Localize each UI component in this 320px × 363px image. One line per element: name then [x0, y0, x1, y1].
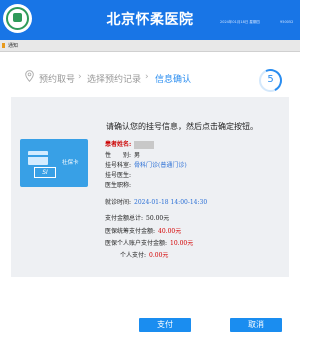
gender-value: 男	[134, 152, 141, 159]
self-pay-value: 0.00元	[149, 252, 169, 259]
step-arrow-icon: ›	[78, 72, 82, 82]
cancel-button[interactable]: 取消	[230, 318, 282, 332]
personal-account-label: 医保个人账户支付金额:	[105, 240, 168, 247]
visit-time-row: 就诊时间: 2024-01-18 14:00-14:30	[105, 197, 207, 206]
personal-account-row: 医保个人账户支付金额: 10.00元	[105, 238, 193, 247]
header-terminal-id: 950052	[280, 20, 294, 24]
gender-row: 性 别: 男	[105, 150, 140, 159]
visit-time-label: 就诊时间:	[105, 199, 132, 206]
insurance-pool-row: 医保统筹支付金额: 40.00元	[105, 226, 181, 235]
department-label: 挂号科室:	[105, 162, 132, 169]
step-arrow-icon: ›	[145, 72, 149, 82]
insurance-pool-value: 40.00元	[158, 228, 182, 235]
gender-label: 性 别:	[105, 152, 132, 159]
step-confirm-info: 信息确认	[155, 75, 192, 85]
hospital-title: 北京怀柔医院	[106, 12, 194, 28]
notice-label: 通知	[8, 43, 19, 49]
card-label: 社保卡	[62, 160, 79, 166]
department-value: 骨科门诊(普通门诊)	[134, 162, 187, 169]
self-pay-label: 个人支付:	[120, 252, 147, 259]
step-select-record: 选择预约记录	[87, 75, 142, 85]
doctor-title-label: 医生职称:	[105, 182, 132, 189]
countdown-timer: 5	[255, 65, 286, 96]
notice-icon	[2, 43, 5, 48]
step-breadcrumb: 预约取号 › 选择预约记录 › 信息确认	[0, 62, 300, 94]
patient-name-row: 患者姓名:	[105, 139, 155, 149]
location-pin-icon	[25, 70, 34, 82]
visit-time-value: 2024-01-18 14:00-14:30	[134, 199, 208, 206]
header-date: 2024年01月18日 星期四	[220, 20, 260, 24]
patient-name-masked	[134, 140, 155, 149]
patient-name-label: 患者姓名:	[105, 141, 132, 148]
doctor-label: 挂号医生:	[105, 172, 132, 179]
social-security-card-icon: SI 社保卡	[20, 139, 88, 187]
self-pay-row: 个人支付: 0.00元	[120, 250, 168, 259]
insurance-pool-label: 医保统筹支付金额:	[105, 228, 156, 235]
total-payment-label: 支付金额总计:	[105, 215, 144, 222]
personal-account-value: 10.00元	[170, 240, 194, 247]
app-header: 北京怀柔医院 2024年01月18日 星期四 950052	[0, 0, 300, 40]
step-take-number: 预约取号	[39, 75, 76, 85]
doctor-row: 挂号医生:	[105, 170, 131, 179]
countdown-value: 5	[267, 74, 274, 85]
department-row: 挂号科室: 骨科门诊(普通门诊)	[105, 160, 187, 169]
card-si-label: SI	[34, 167, 56, 178]
notice-bar: 通知	[0, 40, 300, 52]
total-payment-value: 50.00元	[146, 215, 170, 222]
doctor-title-row: 医生职称:	[105, 180, 131, 189]
pay-button[interactable]: 支付	[139, 318, 191, 332]
total-payment-row: 支付金额总计: 50.00元	[105, 213, 169, 222]
instruction-text: 请确认您的挂号信息，然后点击确定按钮。	[106, 122, 258, 131]
